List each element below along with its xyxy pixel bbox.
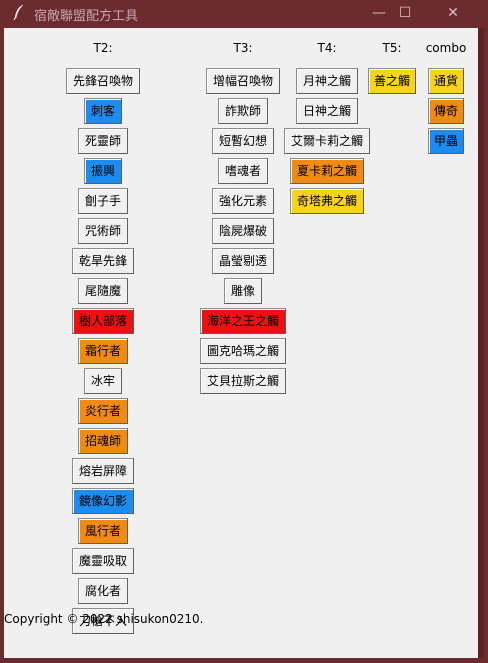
title-bar: 宿敵聯盟配方工具 — ☐ ✕ [0, 0, 488, 26]
t3-recipe-button[interactable]: 強化元素 [212, 188, 274, 214]
t2-recipe-button[interactable]: 招魂師 [78, 428, 128, 454]
t2-recipe-button[interactable]: 魔靈吸取 [72, 548, 134, 574]
t2-recipe-button[interactable]: 尾隨魔 [78, 278, 128, 304]
t2-recipe-button[interactable]: 死靈師 [78, 128, 128, 154]
t4-recipe-button[interactable]: 奇塔弗之觸 [290, 188, 364, 214]
t3-recipe-button[interactable]: 晶瑩剔透 [212, 248, 274, 274]
t3-recipe-button[interactable]: 詐欺師 [218, 98, 268, 124]
header-t4: T4: [317, 41, 337, 55]
t2-recipe-button[interactable]: 冰牢 [84, 368, 122, 394]
feather-icon [13, 4, 24, 20]
copyright-text: Copyright © 2022 shisukon0210. [4, 612, 204, 626]
t2-recipe-button[interactable]: 咒術師 [78, 218, 128, 244]
t3-recipe-button[interactable]: 艾貝拉斯之觸 [200, 368, 286, 394]
t2-recipe-button[interactable]: 劊子手 [78, 188, 128, 214]
t2-recipe-button[interactable]: 乾旱先鋒 [72, 248, 134, 274]
combo-recipe-button[interactable]: 傳奇 [428, 98, 464, 124]
header-t2: T2: [93, 41, 113, 55]
t2-recipe-button[interactable]: 霜行者 [78, 338, 128, 364]
t2-recipe-button[interactable]: 振興 [84, 158, 122, 184]
header-t3: T3: [233, 41, 253, 55]
t2-recipe-button[interactable]: 鏡像幻影 [72, 488, 134, 514]
t2-recipe-button[interactable]: 熔岩屏障 [72, 458, 134, 484]
close-button[interactable]: ✕ [433, 2, 473, 24]
t4-recipe-button[interactable]: 日神之觸 [296, 98, 358, 124]
t3-recipe-button[interactable]: 海洋之王之觸 [200, 308, 286, 334]
t2-recipe-button[interactable]: 腐化者 [78, 578, 128, 604]
t4-recipe-button[interactable]: 月神之觸 [296, 68, 358, 94]
t2-recipe-button[interactable]: 先鋒召喚物 [66, 68, 140, 94]
t4-recipe-button[interactable]: 艾爾卡莉之觸 [284, 128, 370, 154]
combo-recipe-button[interactable]: 甲蟲 [428, 128, 464, 154]
t2-recipe-button[interactable]: 刺客 [84, 98, 122, 124]
combo-recipe-button[interactable]: 通貨 [428, 68, 464, 94]
t2-recipe-button[interactable]: 風行者 [78, 518, 128, 544]
t3-recipe-button[interactable]: 陰屍爆破 [212, 218, 274, 244]
t3-recipe-button[interactable]: 圖克哈瑪之觸 [200, 338, 286, 364]
t3-recipe-button[interactable]: 雕像 [224, 278, 262, 304]
t5-recipe-button[interactable]: 善之觸 [368, 68, 416, 94]
t4-recipe-button[interactable]: 夏卡莉之觸 [290, 158, 364, 184]
window-title: 宿敵聯盟配方工具 [34, 9, 139, 24]
window-border [478, 28, 484, 658]
t3-recipe-button[interactable]: 短暫幻想 [212, 128, 274, 154]
header-combo: combo [425, 41, 467, 55]
maximize-button[interactable]: ☐ [385, 2, 425, 24]
t2-recipe-button[interactable]: 樹人部落 [72, 308, 134, 334]
t3-recipe-button[interactable]: 增幅召喚物 [206, 68, 280, 94]
t3-recipe-button[interactable]: 嗜魂者 [218, 158, 268, 184]
t2-recipe-button[interactable]: 炎行者 [78, 398, 128, 424]
header-t5: T5: [382, 41, 402, 55]
